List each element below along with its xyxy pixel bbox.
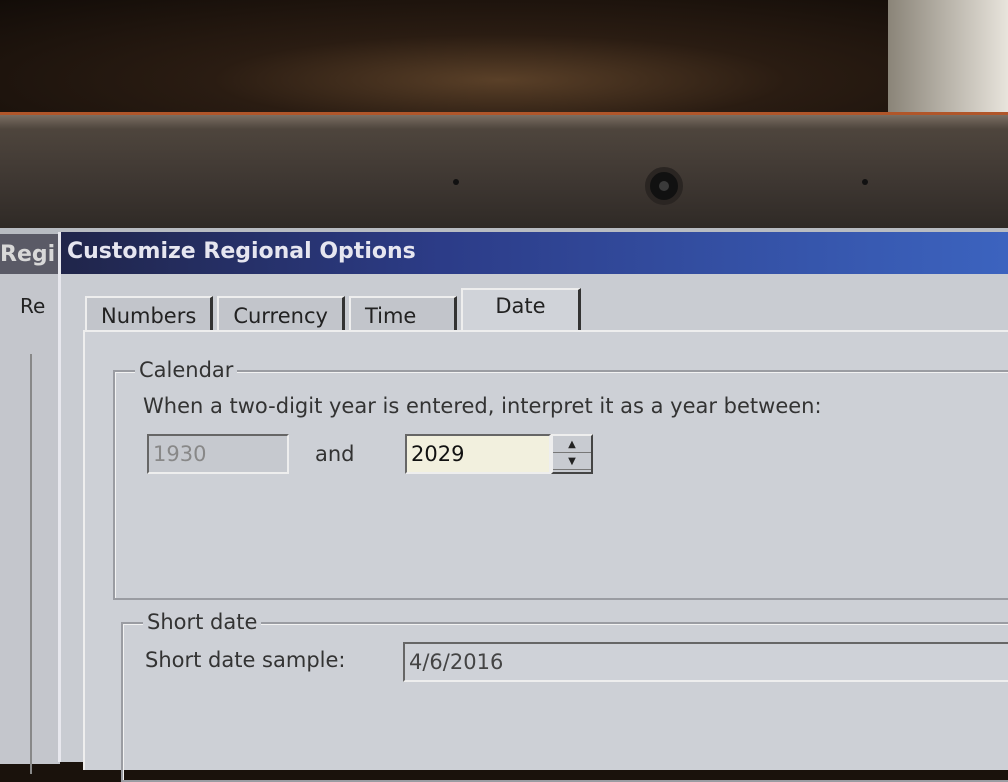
tab-date[interactable]: Date bbox=[460, 288, 581, 332]
end-year-spinner[interactable]: ▲ ▼ bbox=[551, 434, 593, 474]
short-date-group: Short date Short date sample: bbox=[121, 610, 1008, 782]
date-tab-page: Calendar When a two-digit year is entere… bbox=[83, 330, 1008, 782]
background-tab[interactable]: Re bbox=[20, 294, 45, 318]
background-object bbox=[888, 0, 1008, 118]
sensor-dot bbox=[862, 179, 868, 185]
spin-down-icon[interactable]: ▼ bbox=[553, 453, 591, 470]
screen: Regi Re Customize Regional Options Numbe… bbox=[0, 228, 1008, 782]
webcam-icon bbox=[645, 167, 683, 205]
laptop-bezel bbox=[0, 112, 1008, 232]
short-date-sample-label: Short date sample: bbox=[145, 648, 346, 672]
tab-currency[interactable]: Currency bbox=[217, 296, 345, 332]
calendar-group: Calendar When a two-digit year is entere… bbox=[113, 358, 1008, 600]
end-year-field[interactable] bbox=[405, 434, 551, 474]
start-year-field bbox=[147, 434, 289, 474]
short-date-group-label: Short date bbox=[143, 610, 262, 634]
background-window: Re bbox=[0, 274, 60, 774]
photo-background bbox=[0, 0, 1008, 118]
background-window-title: Regi bbox=[0, 234, 60, 274]
customize-regional-options-dialog: Customize Regional Options Numbers Curre… bbox=[58, 232, 1008, 782]
spin-up-icon[interactable]: ▲ bbox=[553, 436, 591, 453]
background-frame bbox=[30, 354, 60, 774]
short-date-sample-field bbox=[403, 642, 1008, 682]
dialog-title: Customize Regional Options bbox=[61, 232, 1008, 274]
calendar-description: When a two-digit year is entered, interp… bbox=[143, 394, 822, 418]
sensor-dot bbox=[453, 179, 459, 185]
tab-strip: Numbers Currency Time Date bbox=[85, 288, 585, 332]
and-label: and bbox=[315, 442, 355, 466]
tab-numbers[interactable]: Numbers bbox=[85, 296, 214, 332]
tab-time[interactable]: Time bbox=[348, 296, 457, 332]
calendar-group-label: Calendar bbox=[135, 358, 238, 382]
